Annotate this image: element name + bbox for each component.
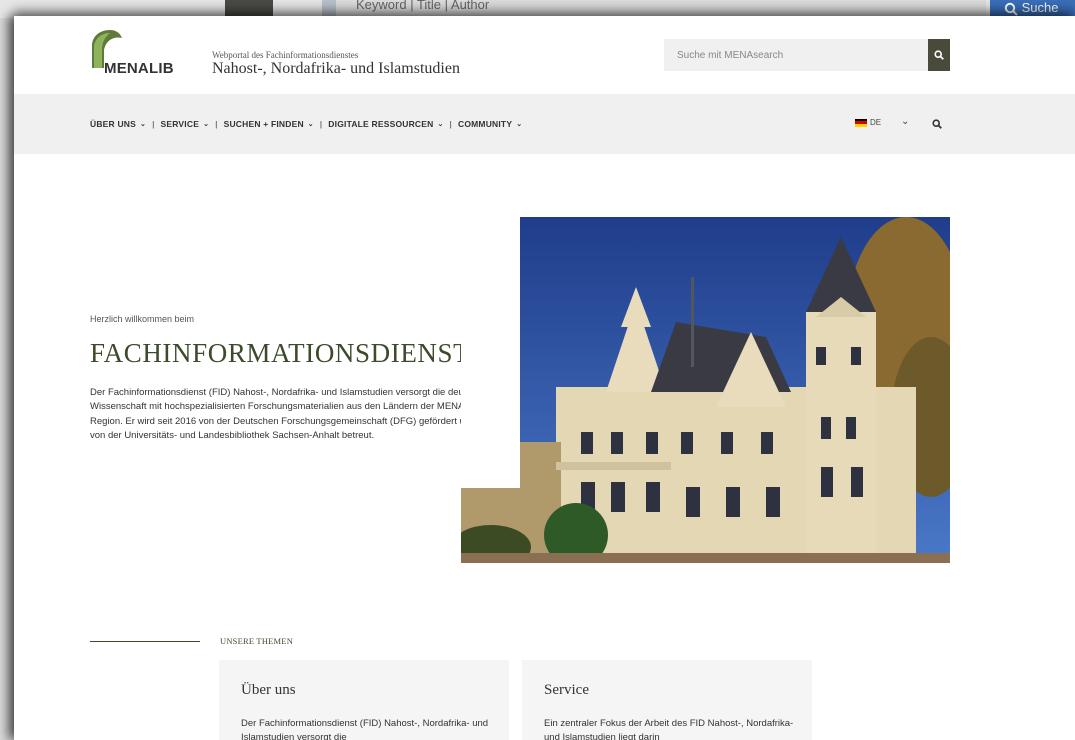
chevron-down-icon: ⌄ <box>140 121 147 128</box>
nav-menu: ÜBER UNS ⌄ | SERVICE ⌄ | SUCHEN + FINDEN ⌄ … <box>90 119 522 129</box>
search-icon <box>1004 2 1018 16</box>
nav-separator: | <box>449 119 452 129</box>
nav-separator: | <box>319 119 323 129</box>
themes-heading: UNSERE THEMEN <box>220 636 294 646</box>
nav-item-digitale-ressourcen[interactable]: DIGITALE RESSOURCEN ⌄ <box>328 119 443 129</box>
language-selector[interactable]: DE <box>855 118 881 127</box>
card-title: Über uns <box>241 682 296 698</box>
card-text: Der Fachinformationsdienst (FID) Nahost-… <box>241 718 489 740</box>
background-search-placeholder: Keyword | Title | Author <box>356 0 490 12</box>
nav-separator: | <box>152 119 155 129</box>
chevron-down-icon: ⌄ <box>516 121 523 128</box>
menasearch-input[interactable] <box>664 39 927 71</box>
main-navigation: ÜBER UNS ⌄ | SERVICE ⌄ | SUCHEN + FINDEN ⌄ … <box>14 94 1075 154</box>
nav-item-service[interactable]: SERVICE ⌄ <box>161 119 210 129</box>
portal-subtitle: Webportal des Fachinformationsdienstes <box>212 50 359 60</box>
nav-item-label: DIGITALE RESSOURCEN <box>328 119 434 129</box>
nav-item-label: SERVICE <box>160 119 200 129</box>
nav-separator: | <box>215 119 218 129</box>
background-search-input[interactable]: Keyword | Title | Author <box>322 0 986 17</box>
nav-item-ueber-uns[interactable]: ÜBER UNS ⌄ <box>90 119 146 129</box>
chevron-down-icon[interactable]: ⌄ <box>901 116 909 127</box>
nav-item-suchen-finden[interactable]: SUCHEN + FINDEN ⌄ <box>224 119 314 129</box>
background-search-label: Suche <box>1021 0 1059 15</box>
site-header: MENALIB Webportal des Fachinformationsdi… <box>14 16 1075 94</box>
search-icon <box>934 50 944 60</box>
library-building-photo <box>461 217 950 563</box>
nav-item-community[interactable]: COMMUNITY ⌄ <box>458 119 522 129</box>
nav-item-label: ÜBER UNS <box>90 119 136 129</box>
theme-card-ueber-uns[interactable]: Über uns Der Fachinformationsdienst (FID… <box>219 660 509 740</box>
themes-divider <box>90 641 200 642</box>
menasearch-button[interactable] <box>928 39 950 71</box>
chevron-down-icon: ⌄ <box>437 121 444 128</box>
chevron-down-icon: ⌄ <box>307 121 314 128</box>
german-flag-icon <box>855 118 867 127</box>
theme-card-service[interactable]: Service Ein zentraler Fokus der Arbeit d… <box>522 660 812 740</box>
page-title: FACHINFORMATIONSDIENST <box>90 338 471 368</box>
chevron-down-icon: ⌄ <box>203 121 210 128</box>
logo-text: MENALIB <box>104 60 174 77</box>
photo-white-corner <box>461 217 520 290</box>
search-icon[interactable] <box>932 119 942 129</box>
nav-item-label: SUCHEN + FINDEN <box>223 119 304 129</box>
intro-text-panel <box>461 290 520 488</box>
menasearch-box <box>664 39 950 71</box>
language-label: DE <box>870 118 882 127</box>
portal-title: Nahost-, Nordafrika- und Islamstudien <box>212 60 460 77</box>
menalib-page: MENALIB Webportal des Fachinformationsdi… <box>14 16 1075 740</box>
nav-item-label: COMMUNITY <box>457 119 513 129</box>
card-title: Service <box>544 682 589 698</box>
welcome-text: Herzlich willkommen beim <box>90 314 195 324</box>
intro-paragraph: Der Fachinformationsdienst (FID) Nahost-… <box>90 387 487 441</box>
card-text: Ein zentraler Fokus der Arbeit des FID N… <box>544 718 794 740</box>
